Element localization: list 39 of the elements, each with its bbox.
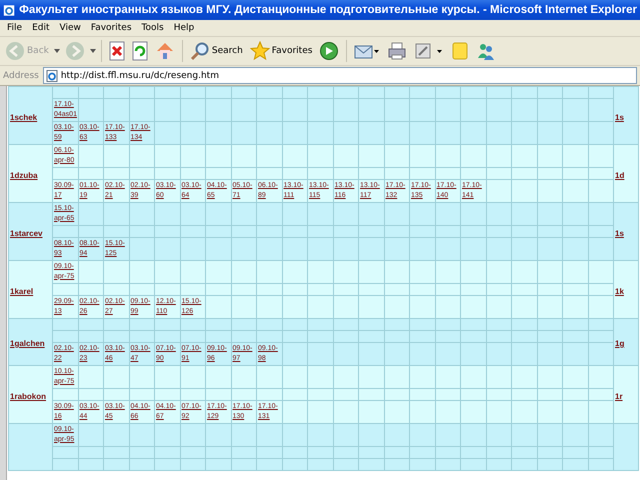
media-icon <box>319 41 340 61</box>
favorites-button[interactable]: Favorites <box>248 40 314 62</box>
student-link[interactable]: 1g <box>615 339 624 348</box>
menu-item[interactable]: Edit <box>27 23 54 33</box>
page-icon <box>46 70 58 82</box>
window-title: Факультет иностранных языков МГУ. Дистанционные подготовительные курсы. - Microsoft Internet Explorer <box>19 4 637 16</box>
menu-item[interactable]: File <box>2 23 28 33</box>
student-link[interactable]: 1s <box>615 228 624 238</box>
menu-item[interactable]: Favorites <box>86 23 137 33</box>
student-link[interactable]: 1schek <box>10 112 38 122</box>
refresh-button[interactable] <box>130 40 150 62</box>
people-icon <box>476 41 496 61</box>
search-icon <box>190 41 210 61</box>
address-field[interactable]: http://dist.ffl.msu.ru/dc/reseng.htm <box>42 67 637 84</box>
student-link[interactable]: 1starcev <box>10 228 42 238</box>
stop-icon <box>108 41 125 61</box>
student-link[interactable]: 1k <box>615 286 624 296</box>
student-link[interactable]: 1dzuba <box>10 170 38 180</box>
student-link[interactable]: 1galchen <box>10 339 45 348</box>
student-link[interactable]: 1karel <box>10 286 34 296</box>
student-link[interactable]: 1d <box>615 170 624 180</box>
printer-icon <box>387 41 408 61</box>
refresh-icon <box>132 41 148 61</box>
search-button[interactable]: Search <box>188 40 245 62</box>
menu-item[interactable]: Help <box>168 23 200 33</box>
note-icon <box>451 41 470 61</box>
home-icon <box>154 41 175 61</box>
student-link[interactable]: 1s <box>615 112 624 122</box>
dropdown-caret-icon[interactable] <box>54 49 60 53</box>
student-link[interactable]: 1r <box>615 392 623 400</box>
stop-button[interactable] <box>106 40 127 62</box>
edit-icon <box>414 41 444 61</box>
browser-icon <box>3 4 16 16</box>
address-label: Address <box>3 70 39 80</box>
menu-item[interactable]: View <box>54 23 86 33</box>
star-icon <box>250 41 270 61</box>
student-link[interactable]: 1rabokon <box>10 392 46 400</box>
menu-item[interactable]: Tools <box>136 23 169 33</box>
dropdown-caret-icon[interactable] <box>90 49 96 53</box>
